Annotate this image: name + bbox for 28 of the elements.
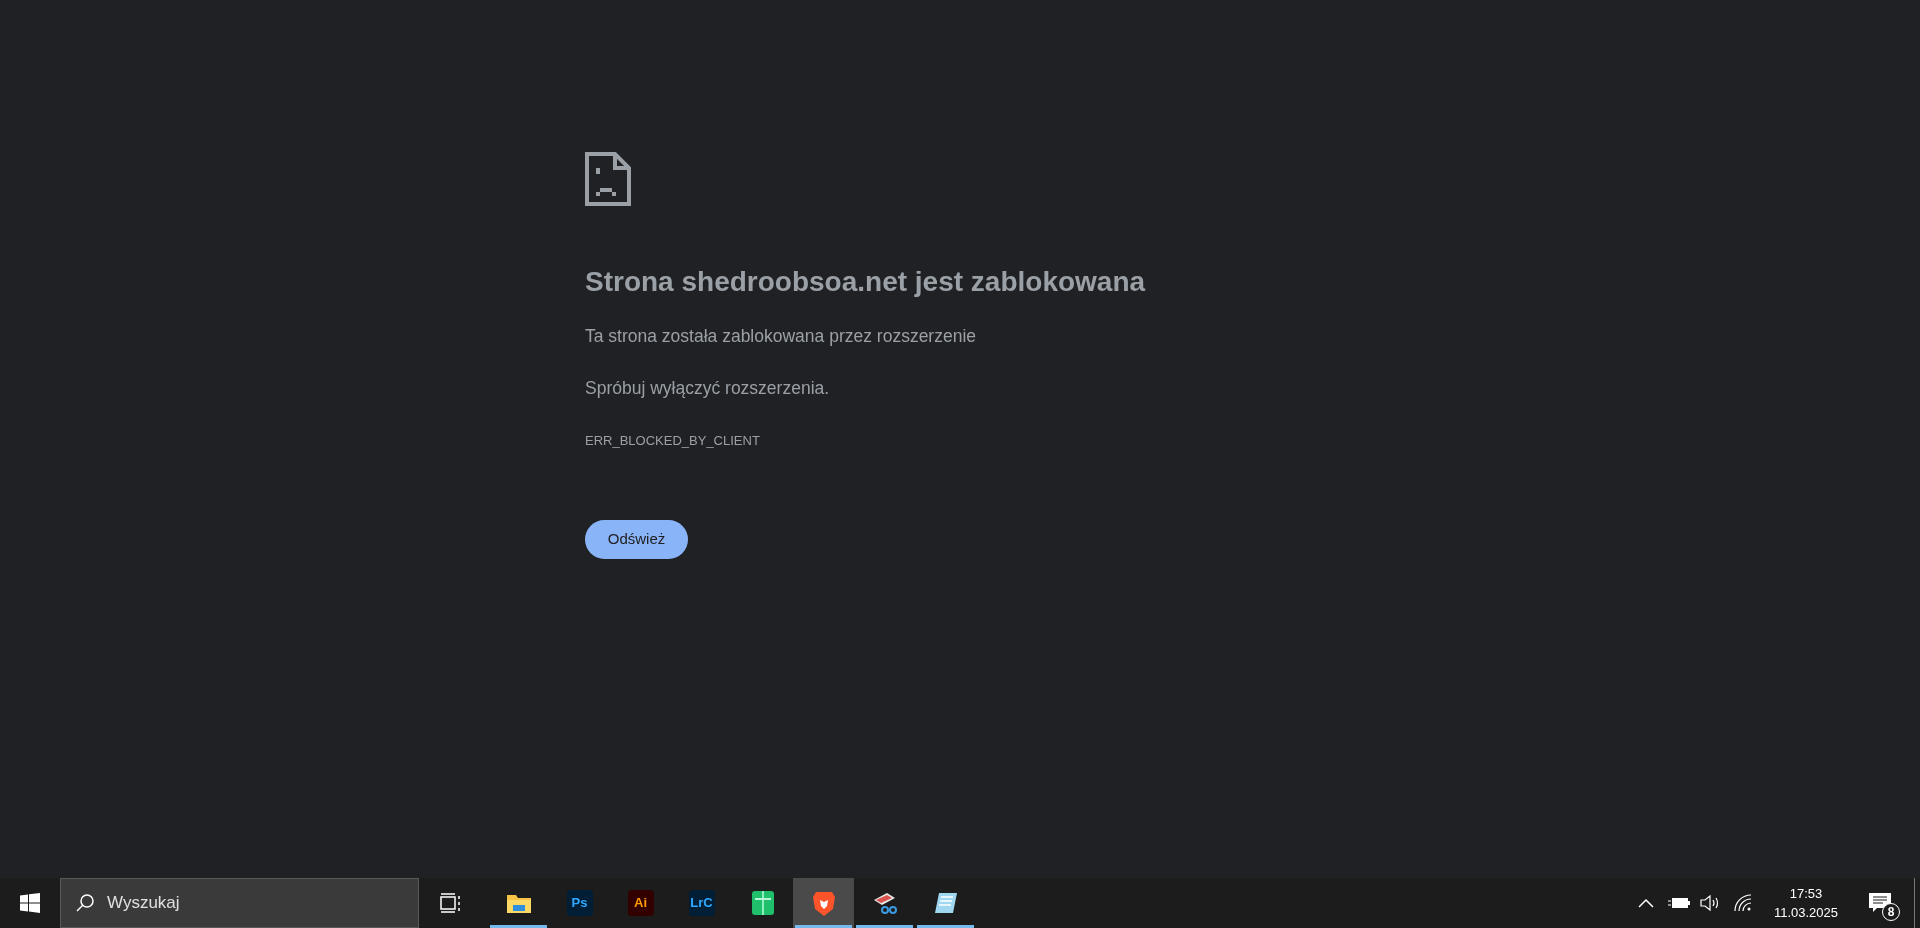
folder-icon	[505, 892, 532, 914]
sad-document-icon	[585, 152, 631, 206]
error-heading: Strona shedroobsoa.net jest zablokowana	[585, 265, 1146, 299]
clock-date: 11.03.2025	[1773, 904, 1838, 922]
windows-icon	[20, 893, 40, 913]
app-icon: LrC	[688, 890, 715, 916]
clock-time: 17:53	[1789, 885, 1823, 903]
error-code: ERR_BLOCKED_BY_CLIENT	[585, 431, 760, 450]
taskbar-app-button[interactable]: Ps	[549, 878, 610, 928]
chevron-up-icon[interactable]	[1637, 898, 1654, 908]
task-view-icon	[438, 893, 461, 913]
reload-button[interactable]: Odśwież	[585, 520, 688, 559]
search-field[interactable]: Wyszukaj	[60, 878, 419, 928]
error-message: Ta strona została zablokowana przez rozszerzenie	[585, 325, 977, 348]
search-input[interactable]: Wyszukaj	[107, 890, 387, 916]
taskbar-app-button[interactable]: Ai	[610, 878, 671, 928]
battery-icon[interactable]	[1667, 897, 1690, 909]
notifications-button[interactable]: 8	[1862, 883, 1898, 923]
notification-count: 8	[1882, 903, 1900, 921]
app-icon: Ps	[566, 890, 593, 916]
app-icon: Ai	[627, 890, 654, 916]
taskbar-app-button[interactable]: LrC	[671, 878, 732, 928]
notepad-icon	[932, 891, 959, 915]
app-icon	[750, 890, 775, 916]
search-icon	[75, 893, 95, 913]
clock[interactable]: 17:53 11.03.2025	[1767, 884, 1844, 922]
error-message: Spróbuj wyłączyć rozszerzenia.	[585, 377, 830, 401]
wifi-icon[interactable]	[1733, 894, 1752, 912]
